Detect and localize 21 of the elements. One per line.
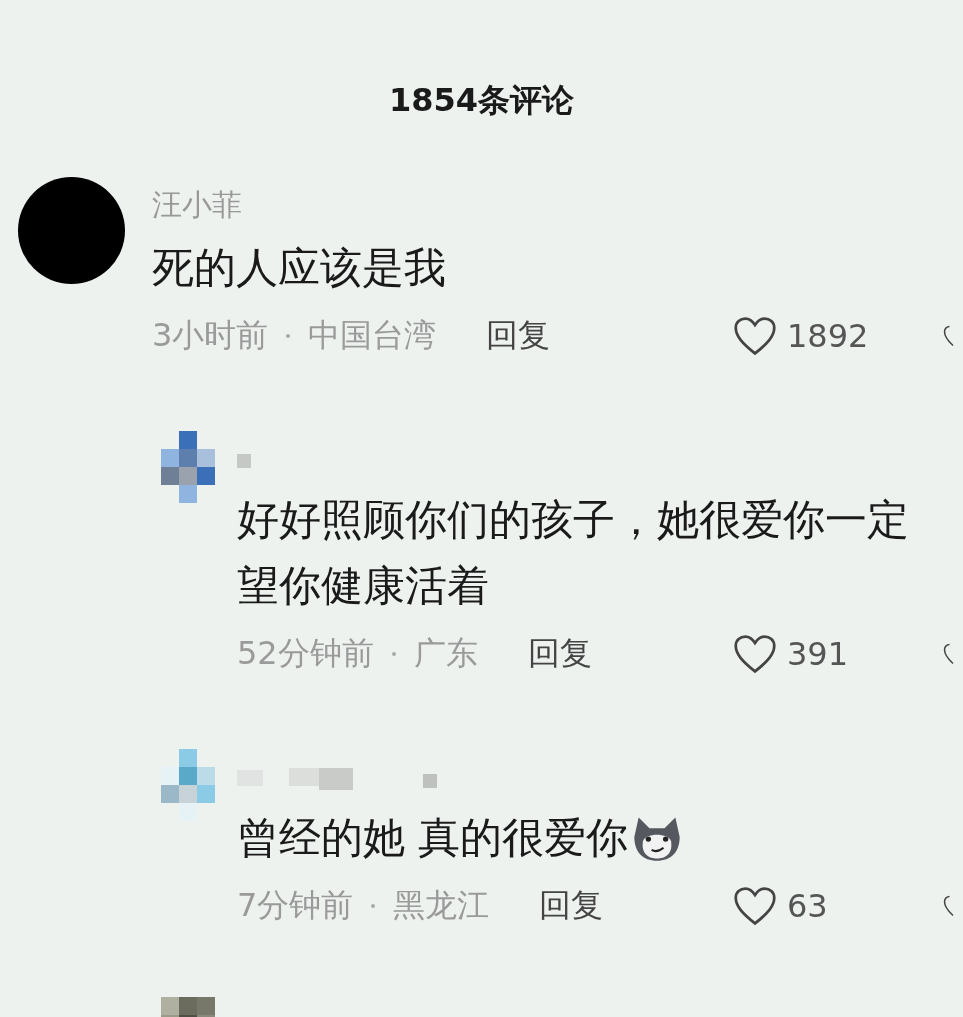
comment-time: 3小时前 xyxy=(152,315,269,357)
reply-button[interactable]: 回复 xyxy=(486,314,551,359)
heart-icon[interactable] xyxy=(733,633,777,676)
comment-text: 好好照顾你们的孩子，她很爱你一定 xyxy=(237,494,910,547)
blurred-name xyxy=(237,454,251,469)
like-count: 63 xyxy=(787,887,829,926)
reply-button[interactable]: 回复 xyxy=(539,884,604,929)
comment-text: 望你健康活着 xyxy=(237,560,490,613)
heart-icon[interactable] xyxy=(733,885,777,928)
like-count: 391 xyxy=(787,635,850,674)
reply-button[interactable]: 回复 xyxy=(527,632,592,677)
comment-time: 52分钟前 xyxy=(237,633,374,675)
comment-time: 7分钟前 xyxy=(237,885,354,927)
comment-location: 黑龙江 xyxy=(393,885,490,927)
comment-count-title: 1854条评论 xyxy=(388,80,575,122)
like-count: 1892 xyxy=(787,317,870,356)
comment-location: 中国台湾 xyxy=(308,315,437,357)
comment-location: 广东 xyxy=(413,633,478,675)
comment-text: 死的人应该是我 xyxy=(152,242,447,295)
heart-icon[interactable] xyxy=(733,315,777,358)
comment-text: 曾经的她 真的很爱你 xyxy=(237,805,963,872)
